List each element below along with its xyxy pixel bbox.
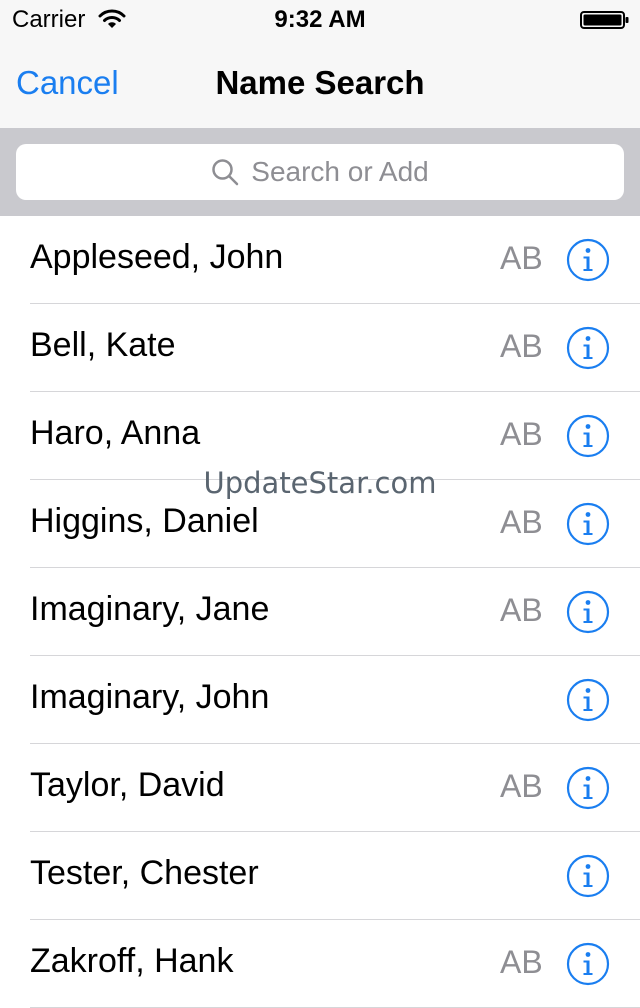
table-row[interactable]: Bell, Kate AB [0,304,640,392]
contact-name: Imaginary, John [30,678,270,716]
navigation-bar: Cancel Name Search [0,40,640,128]
table-row[interactable]: Imaginary, John [0,656,640,744]
table-row[interactable]: Tester, Chester [0,832,640,920]
watermark: UpdateStar.com [203,466,437,500]
table-row[interactable]: Imaginary, Jane AB [0,568,640,656]
table-row[interactable]: Taylor, David AB [0,744,640,832]
search-bar: Search or Add [0,128,640,216]
address-book-badge: AB [500,504,543,540]
contact-name: Taylor, David [30,766,225,804]
page-title: Name Search [215,64,425,101]
contact-name: Imaginary, Jane [30,590,270,628]
table-row[interactable]: Appleseed, John AB [0,216,640,304]
address-book-badge: AB [500,944,543,980]
address-book-badge: AB [500,240,543,276]
info-icon[interactable] [566,326,610,370]
table-row[interactable]: Zakroff, Hank AB [0,920,640,1008]
info-icon[interactable] [566,678,610,722]
info-icon[interactable] [566,766,610,810]
contact-name: Bell, Kate [30,326,176,364]
info-icon[interactable] [566,854,610,898]
search-icon [212,159,239,186]
status-time: 9:32 AM [274,6,366,33]
search-placeholder: Search or Add [251,156,429,187]
info-icon[interactable] [566,238,610,282]
contact-list: Appleseed, John AB Bell, Kate AB Haro, Anna A… [0,216,640,1008]
contact-name: Appleseed, John [30,238,284,276]
contact-name: Haro, Anna [30,414,201,452]
battery-icon [580,11,629,29]
address-book-badge: AB [500,592,543,628]
info-icon[interactable] [566,590,610,634]
info-icon[interactable] [566,414,610,458]
address-book-badge: AB [500,768,543,804]
address-book-badge: AB [500,416,543,452]
search-input[interactable]: Search or Add [16,144,624,200]
status-bar: Carrier 9:32 AM [0,0,640,40]
contact-name: Zakroff, Hank [30,942,234,980]
address-book-badge: AB [500,328,543,364]
contact-name: Higgins, Daniel [30,502,259,540]
info-icon[interactable] [566,502,610,546]
contact-name: Tester, Chester [30,854,259,892]
info-icon[interactable] [566,942,610,986]
